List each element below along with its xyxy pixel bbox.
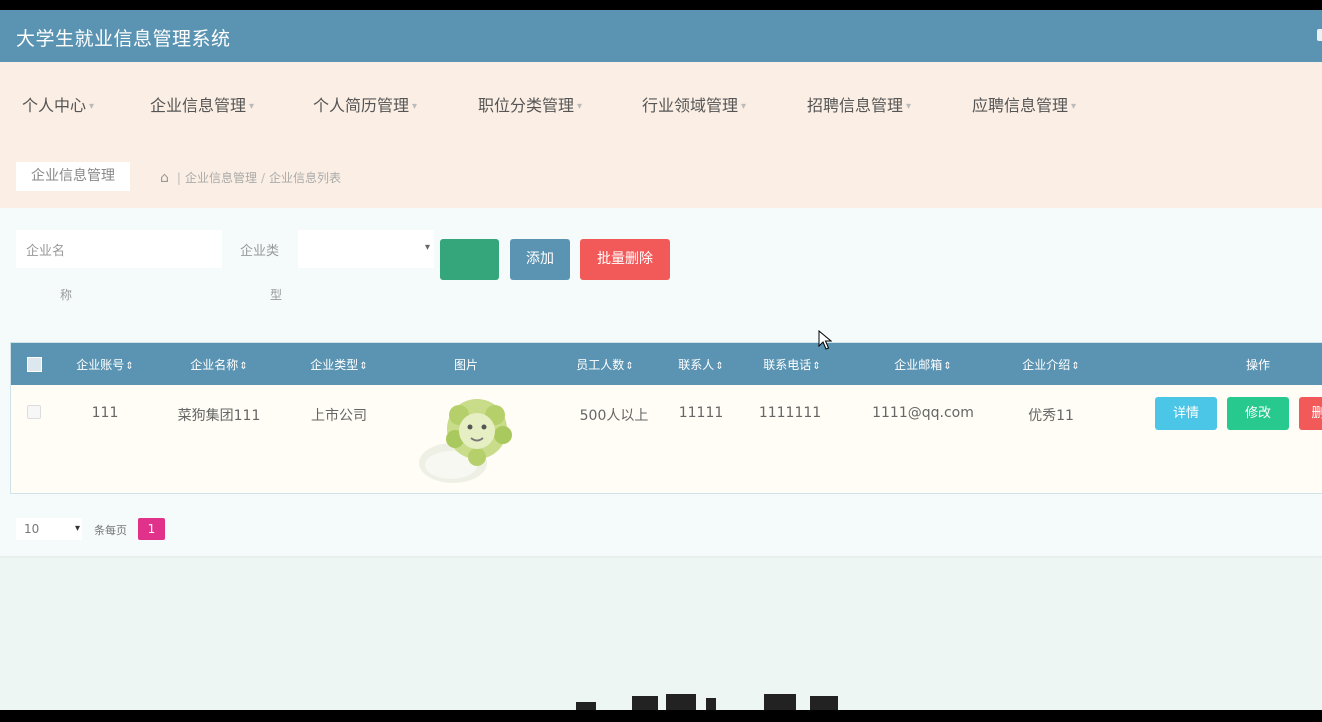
search-button[interactable] (440, 239, 499, 280)
chevron-down-icon: ▾ (412, 101, 418, 112)
mouse-cursor-icon (818, 330, 832, 350)
menu-item-recruitment[interactable]: 招聘信息管理 ▾ (807, 92, 911, 116)
sort-icon[interactable]: ⇕ (125, 361, 133, 372)
company-type-label-wrap: 型 (270, 288, 283, 302)
menu-item-label: 职位分类管理 (478, 96, 575, 115)
column-header-label: 员工人数 (576, 358, 625, 372)
cell-account: 111 (91, 405, 119, 421)
sort-icon[interactable]: ⇕ (359, 361, 367, 372)
chevron-down-icon: ▾ (424, 242, 430, 253)
breadcrumb: ⌂ | 企业信息管理 / 企业信息列表 (160, 169, 341, 186)
company-type-select[interactable]: ▾ (298, 230, 434, 268)
page-size-select[interactable]: 10 ▾ (16, 518, 82, 540)
sort-icon[interactable]: ⇕ (943, 361, 951, 372)
column-header-label: 企业名称 (190, 358, 239, 372)
chevron-down-icon: ▾ (1071, 101, 1077, 112)
page-size-value: 10 (24, 522, 40, 536)
company-picture[interactable] (415, 391, 519, 487)
chevron-down-icon: ▾ (74, 523, 80, 534)
home-icon[interactable]: ⌂ (160, 170, 169, 186)
column-header-label: 图片 (453, 358, 479, 372)
sort-icon[interactable]: ⇕ (812, 361, 820, 372)
breadcrumb-item: 企业信息列表 (269, 171, 342, 185)
menu-item-job-category[interactable]: 职位分类管理 ▾ (478, 92, 582, 116)
column-header-name[interactable]: 企业名称⇕ (190, 356, 247, 373)
menu-item-label: 行业领域管理 (642, 96, 739, 115)
chevron-down-icon: ▾ (741, 101, 747, 112)
main-content: 企业名 称 企业类 型 ▾ 添加 批量删除 企业账号⇕ 企业名称⇕ 企业类型⇕ … (0, 208, 1322, 558)
edit-button[interactable]: 修改 (1227, 397, 1289, 430)
column-header-contact[interactable]: 联系人⇕ (678, 356, 723, 373)
menu-band: 个人中心 ▾ 企业信息管理 ▾ 个人简历管理 ▾ 职位分类管理 ▾ 行业领域管理 ▾ 招聘… (0, 62, 1322, 208)
column-header-intro[interactable]: 企业介绍⇕ (1022, 356, 1079, 373)
menu-item-resume[interactable]: 个人简历管理 ▾ (313, 92, 417, 116)
sort-icon[interactable]: ⇕ (1071, 361, 1079, 372)
detail-button[interactable]: 详情 (1155, 397, 1217, 430)
sort-icon[interactable]: ⇕ (625, 361, 633, 372)
app-window: 大学生就业信息管理系统 个人中心 ▾ 企业信息管理 ▾ 个人简历管理 ▾ 职位分类管理… (0, 10, 1322, 710)
menu-item-label: 应聘信息管理 (972, 96, 1069, 115)
menu-item-label: 个人简历管理 (313, 96, 410, 115)
company-name-input[interactable]: 企业名 (16, 230, 222, 268)
column-header-email[interactable]: 企业邮箱⇕ (894, 356, 951, 373)
cell-contact: 11111 (678, 405, 724, 421)
menu-item-label: 个人中心 (22, 96, 87, 115)
chevron-down-icon: ▾ (249, 101, 255, 112)
breadcrumb-separator: | (176, 171, 181, 185)
company-type-label-text: 企业类 (240, 244, 280, 259)
menu-item-industry[interactable]: 行业领域管理 ▾ (642, 92, 746, 116)
select-all-checkbox[interactable] (27, 357, 42, 372)
watermark-fragment (576, 694, 838, 710)
menu-item-label: 企业信息管理 (150, 96, 247, 115)
company-table: 企业账号⇕ 企业名称⇕ 企业类型⇕ 图片 员工人数⇕ 联系人⇕ 联系电话⇕ 企业… (10, 342, 1322, 494)
add-button[interactable]: 添加 (510, 239, 570, 280)
column-header-label: 企业类型 (310, 358, 359, 372)
row-checkbox[interactable] (27, 405, 41, 419)
column-header-picture: 图片 (454, 356, 478, 373)
sort-icon[interactable]: ⇕ (239, 361, 247, 372)
table-header: 企业账号⇕ 企业名称⇕ 企业类型⇕ 图片 员工人数⇕ 联系人⇕ 联系电话⇕ 企业… (11, 343, 1322, 385)
top-bar: 大学生就业信息管理系统 (0, 10, 1322, 62)
column-header-actions: 操作 (1246, 356, 1270, 373)
chevron-down-icon: ▾ (89, 101, 95, 112)
cell-type: 上市公司 (311, 408, 367, 424)
content-divider (0, 556, 1322, 558)
column-header-employees[interactable]: 员工人数⇕ (576, 356, 633, 373)
page-title: 企业信息管理 (16, 162, 130, 191)
column-header-type[interactable]: 企业类型⇕ (310, 356, 367, 373)
column-header-label: 操作 (1245, 358, 1271, 372)
table-row: 111 菜狗集团111 上市公司 500人以上 11111 1111111 11… (11, 385, 1322, 493)
company-name-label-wrap: 称 (60, 288, 73, 302)
company-type-label: 企业类 (230, 230, 296, 268)
column-header-label: 企业账号 (76, 358, 125, 372)
breadcrumb-item[interactable]: 企业信息管理 (185, 171, 257, 185)
cell-phone: 1111111 (758, 405, 822, 421)
breadcrumb-separator: / (260, 171, 265, 185)
column-header-phone[interactable]: 联系电话⇕ (763, 356, 820, 373)
company-name-placeholder: 企业名 (26, 244, 66, 259)
delete-button[interactable]: 删除 (1299, 397, 1322, 430)
menu-item-company-info[interactable]: 企业信息管理 ▾ (150, 92, 254, 116)
column-header-label: 企业介绍 (1022, 358, 1071, 372)
page-number-current[interactable]: 1 (138, 518, 165, 540)
batch-delete-button[interactable]: 批量删除 (580, 239, 670, 280)
menu-item-label: 招聘信息管理 (807, 96, 904, 115)
page-size-label: 条每页 (94, 524, 127, 537)
cell-name: 菜狗集团111 (177, 408, 261, 424)
chevron-down-icon: ▾ (577, 101, 583, 112)
app-title: 大学生就业信息管理系统 (16, 28, 231, 50)
menu-item-application[interactable]: 应聘信息管理 ▾ (972, 92, 1076, 116)
chevron-down-icon: ▾ (906, 101, 912, 112)
cell-email: 1111@qq.com (872, 405, 974, 421)
sort-icon[interactable]: ⇕ (715, 361, 723, 372)
user-menu-edge[interactable] (1317, 29, 1322, 41)
column-header-account[interactable]: 企业账号⇕ (76, 356, 133, 373)
column-header-label: 联系电话 (763, 358, 812, 372)
menu-item-personal-center[interactable]: 个人中心 ▾ (22, 92, 94, 116)
column-header-label: 联系人 (678, 358, 715, 372)
cell-employees: 500人以上 (579, 408, 649, 424)
main-menu: 个人中心 ▾ 企业信息管理 ▾ 个人简历管理 ▾ 职位分类管理 ▾ 行业领域管理 ▾ 招聘… (0, 92, 1322, 116)
cell-intro: 优秀11 (1028, 408, 1074, 424)
column-header-label: 企业邮箱 (894, 358, 943, 372)
